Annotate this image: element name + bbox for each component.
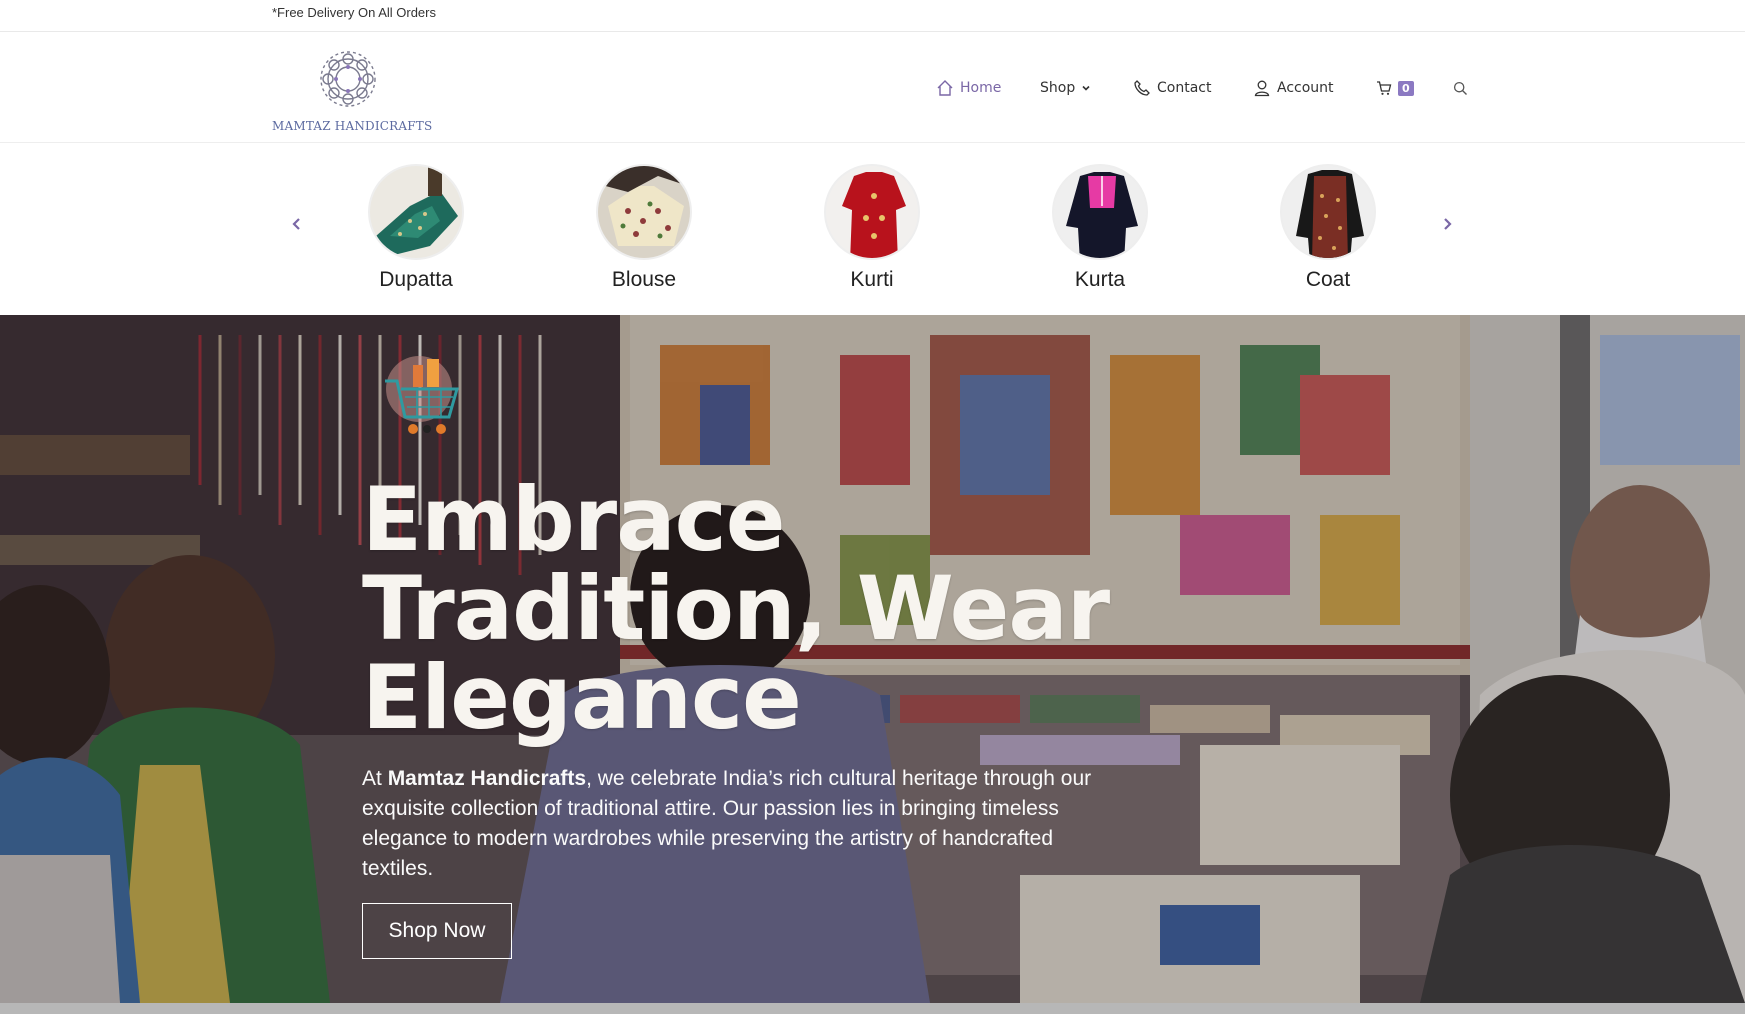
user-icon — [1254, 80, 1270, 97]
category-item-kurti[interactable]: Kurti — [782, 164, 962, 292]
nav-search[interactable] — [1453, 76, 1468, 100]
hero-title-line: Tradition, Wear — [362, 557, 1110, 660]
blouse-thumbnail — [596, 164, 692, 260]
nav-account-label: Account — [1277, 80, 1334, 96]
home-icon — [937, 80, 953, 96]
top-announcement-bar: *Free Delivery On All Orders — [0, 0, 1745, 32]
nav-contact[interactable]: Contact — [1133, 76, 1211, 100]
nav-contact-label: Contact — [1157, 80, 1212, 96]
category-label: Blouse — [611, 268, 677, 291]
dupatta-thumbnail — [368, 164, 464, 260]
site-header: MAMTAZ HANDICRAFTS Home Shop Contact Acc… — [0, 32, 1745, 143]
nav-cart[interactable]: 0 — [1376, 76, 1414, 100]
chevron-left-icon — [292, 218, 300, 230]
next-section-edge — [0, 1003, 1745, 1014]
kurta-thumbnail — [1052, 164, 1148, 260]
nav-home-label: Home — [960, 80, 1002, 96]
category-carousel: Dupatta Blouse Kurti Kurta Coat — [0, 144, 1745, 315]
phone-icon — [1134, 80, 1150, 96]
hero-title: Embrace Tradition, Wear Elegance — [362, 475, 1122, 742]
nav-shop[interactable]: Shop — [1040, 76, 1091, 100]
category-label: Coat — [1305, 268, 1351, 291]
chevron-down-icon — [1082, 85, 1090, 91]
nav-shop-label: Shop — [1040, 80, 1076, 96]
nav-home[interactable]: Home — [936, 76, 1001, 100]
category-label: Kurti — [850, 268, 894, 291]
kurti-thumbnail — [824, 164, 920, 260]
carousel-next-arrow[interactable] — [1438, 215, 1456, 233]
hero-banner: Embrace Tradition, Wear Elegance At Mamt… — [0, 315, 1745, 1003]
chevron-right-icon — [1444, 218, 1452, 230]
shopping-cart-illustration-icon — [385, 356, 459, 434]
cart-count-badge: 0 — [1398, 80, 1414, 96]
category-item-kurta[interactable]: Kurta — [1010, 164, 1190, 292]
coat-thumbnail — [1280, 164, 1376, 260]
carousel-prev-arrow[interactable] — [288, 215, 306, 233]
hero-description: At Mamtaz Handicrafts, we celebrate Indi… — [362, 764, 1122, 884]
category-label: Dupatta — [379, 268, 453, 291]
category-item-dupatta[interactable]: Dupatta — [326, 164, 506, 292]
category-item-blouse[interactable]: Blouse — [554, 164, 734, 292]
nav-account[interactable]: Account — [1253, 76, 1334, 100]
hero-desc-prefix: At — [362, 767, 388, 790]
cart-icon — [1377, 81, 1392, 95]
shop-now-button[interactable]: Shop Now — [362, 903, 512, 959]
hero-title-line: Elegance — [362, 646, 802, 749]
hero-title-line: Embrace — [362, 468, 785, 571]
category-item-coat[interactable]: Coat — [1238, 164, 1418, 292]
hero-brand-name: Mamtaz Handicrafts — [387, 767, 587, 790]
free-delivery-message: *Free Delivery On All Orders — [272, 5, 436, 20]
main-navigation: Home Shop Contact Account 0 — [0, 32, 1745, 143]
category-label: Kurta — [1074, 268, 1126, 291]
search-icon — [1453, 81, 1467, 95]
